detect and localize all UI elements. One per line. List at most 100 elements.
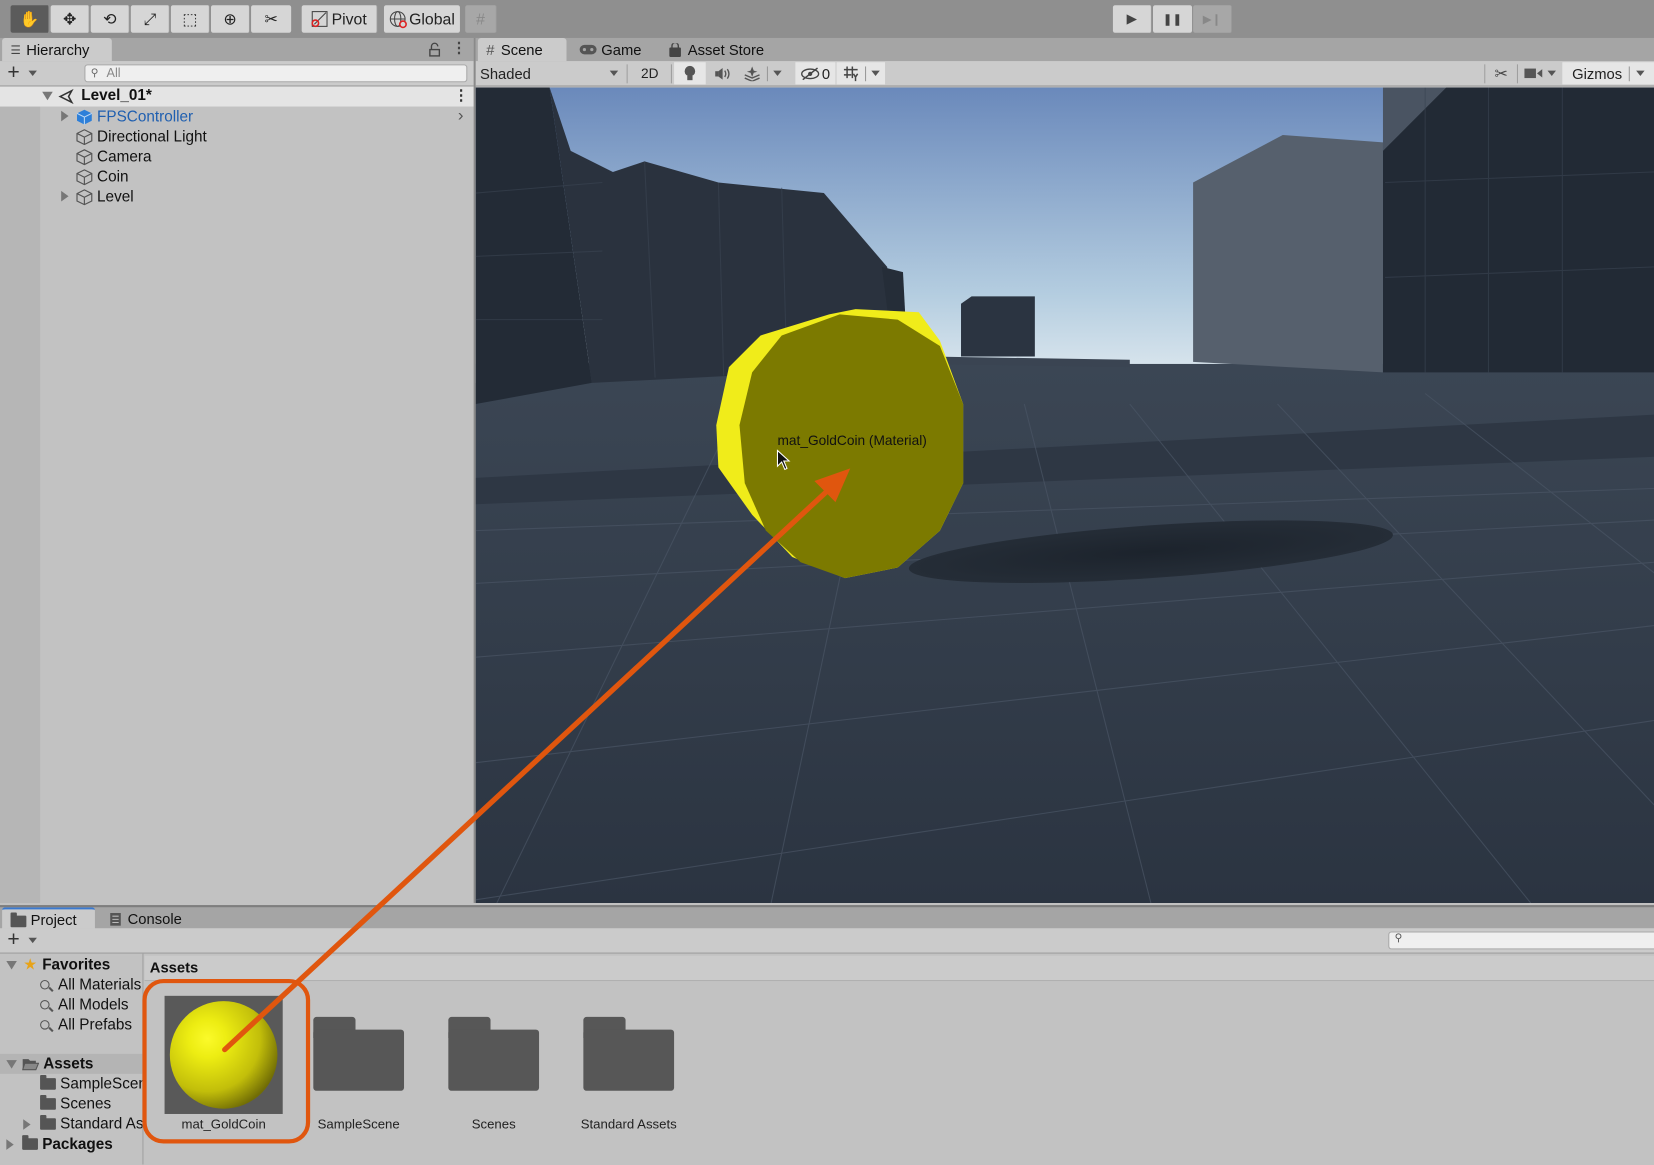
chevron-down-icon — [870, 70, 880, 76]
chevron-right-icon[interactable]: › — [458, 107, 464, 126]
effects-dropdown[interactable] — [739, 62, 785, 84]
hierarchy-item[interactable]: FPSController › — [40, 107, 474, 127]
lighting-toggle[interactable] — [674, 62, 706, 85]
hand-icon: ✋ — [19, 10, 40, 29]
hierarchy-item-label: Camera — [97, 148, 152, 166]
scale-tool-button[interactable]: ⤢ — [130, 5, 170, 33]
favorites-row[interactable]: ★ Favorites — [0, 955, 142, 975]
assets-root-label: Assets — [43, 1055, 94, 1073]
expand-arrow-icon[interactable] — [42, 91, 53, 101]
project-search-input[interactable]: ⚲ — [1388, 931, 1654, 950]
grid-snap-button[interactable]: # — [465, 5, 497, 33]
asset-item-folder[interactable] — [583, 1016, 675, 1091]
shading-mode-dropdown[interactable]: Shaded — [476, 62, 628, 84]
search-icon — [40, 1020, 50, 1030]
hierarchy-item[interactable]: Camera — [40, 147, 474, 167]
tab-game-label: Game — [601, 41, 642, 59]
hierarchy-item-label: Coin — [97, 168, 129, 186]
favorite-item[interactable]: All Prefabs — [40, 1015, 132, 1035]
scene-menu-icon[interactable]: ⋮ — [454, 87, 469, 105]
scene-header-row[interactable]: Level_01* ⋮ — [0, 86, 474, 107]
expand-arrow-icon[interactable] — [6, 1138, 14, 1150]
expand-arrow-icon[interactable] — [61, 190, 69, 202]
camera-settings-dropdown[interactable] — [1520, 62, 1560, 84]
hierarchy-toolbar: + ⚲ All — [0, 61, 474, 87]
global-toggle[interactable]: Global — [383, 5, 460, 33]
2d-toggle[interactable]: 2D — [634, 62, 666, 84]
hierarchy-item-label: Directional Light — [97, 128, 207, 146]
add-gameobject-button[interactable]: + — [7, 61, 19, 84]
folder-icon — [22, 1135, 38, 1150]
tab-scene-label: Scene — [500, 41, 543, 59]
tab-console[interactable]: Console — [101, 907, 196, 930]
play-button[interactable]: ▶ — [1112, 5, 1152, 33]
chevron-down-icon — [1635, 70, 1645, 76]
hierarchy-item[interactable]: Level — [40, 187, 474, 207]
hierarchy-search-input[interactable]: ⚲ All — [84, 64, 468, 83]
tools-icon: ✂ — [264, 10, 278, 29]
grid-dropdown[interactable] — [836, 62, 886, 85]
scale-icon: ⤢ — [143, 10, 157, 28]
tab-project-label: Project — [30, 911, 77, 929]
lock-icon[interactable] — [428, 42, 441, 57]
asset-label: Standard Assets — [580, 1117, 677, 1132]
create-asset-button[interactable]: + — [7, 928, 19, 951]
hidden-objects-toggle[interactable]: 0 — [795, 62, 836, 85]
gizmos-label: Gizmos — [1572, 64, 1623, 82]
hierarchy-item[interactable]: Coin — [40, 167, 474, 187]
audio-toggle[interactable] — [707, 62, 739, 84]
add-dropdown-icon[interactable] — [28, 70, 37, 76]
rotate-tool-button[interactable]: ⟲ — [90, 5, 130, 33]
scene-tools-button[interactable]: ✂ — [1486, 62, 1516, 84]
search-icon: ⚲ — [90, 67, 99, 80]
expand-arrow-icon[interactable] — [61, 110, 69, 122]
transform-tool-button[interactable]: ⊕ — [210, 5, 251, 33]
hierarchy-item-label: FPSController — [97, 108, 194, 126]
tab-scene[interactable]: # Scene — [477, 37, 567, 62]
favorites-label: Favorites — [42, 956, 111, 974]
assets-root-row[interactable]: Assets — [0, 1053, 143, 1074]
hierarchy-panel — [0, 86, 474, 903]
rect-icon: ⬚ — [182, 10, 198, 29]
tab-hierarchy[interactable]: ☰ Hierarchy — [2, 37, 112, 62]
expand-arrow-icon[interactable] — [6, 1059, 17, 1069]
asset-folder-item[interactable]: SampleScene — [40, 1074, 142, 1094]
scene-viewport[interactable]: mat_GoldCoin (Material) — [475, 87, 1654, 903]
move-tool-button[interactable]: ✥ — [50, 5, 90, 33]
favorite-item[interactable]: All Models — [40, 995, 129, 1015]
tab-game[interactable]: Game — [571, 38, 661, 61]
asset-folder-item[interactable]: Standard Assets — [23, 1114, 142, 1134]
hand-tool-button[interactable]: ✋ — [10, 5, 50, 33]
console-icon — [110, 912, 121, 926]
hierarchy-gutter — [0, 105, 41, 903]
drag-drop-tooltip: mat_GoldCoin (Material) — [777, 432, 927, 449]
tab-asset-store[interactable]: Asset Store — [660, 38, 776, 61]
expand-arrow-icon[interactable] — [23, 1118, 31, 1130]
transform-icon: ⊕ — [223, 10, 237, 29]
folder-icon — [40, 1115, 56, 1130]
gizmos-dropdown[interactable]: Gizmos — [1562, 62, 1654, 85]
asset-item-folder[interactable] — [448, 1016, 540, 1091]
custom-tool-button[interactable]: ✂ — [251, 5, 292, 33]
hierarchy-menu-icon[interactable]: ⋮ — [451, 39, 466, 57]
chevron-down-icon — [1547, 70, 1556, 76]
material-sphere-icon — [169, 1001, 278, 1109]
asset-label: Scenes — [471, 1117, 516, 1132]
favorite-item[interactable]: All Materials — [40, 975, 141, 995]
pause-button[interactable]: ❚❚ — [1153, 5, 1193, 33]
hierarchy-item[interactable]: Directional Light — [40, 127, 474, 147]
pivot-label: Pivot — [331, 10, 367, 28]
effects-layers-icon — [744, 65, 760, 81]
create-dropdown-icon[interactable] — [28, 937, 37, 944]
lightbulb-icon — [684, 65, 696, 81]
asset-item-mat-goldcoin[interactable] — [164, 995, 283, 1114]
asset-folder-item[interactable]: Scenes — [40, 1094, 111, 1114]
step-button[interactable]: ▶❙ — [1193, 5, 1233, 33]
asset-item-folder[interactable] — [313, 1016, 405, 1091]
gameobject-cube-icon — [76, 188, 93, 205]
packages-row[interactable]: Packages — [6, 1134, 113, 1154]
tab-project[interactable]: Project — [2, 907, 95, 931]
rect-tool-button[interactable]: ⬚ — [170, 5, 210, 33]
pivot-toggle[interactable]: Pivot — [301, 5, 378, 33]
expand-arrow-icon[interactable] — [6, 960, 17, 969]
